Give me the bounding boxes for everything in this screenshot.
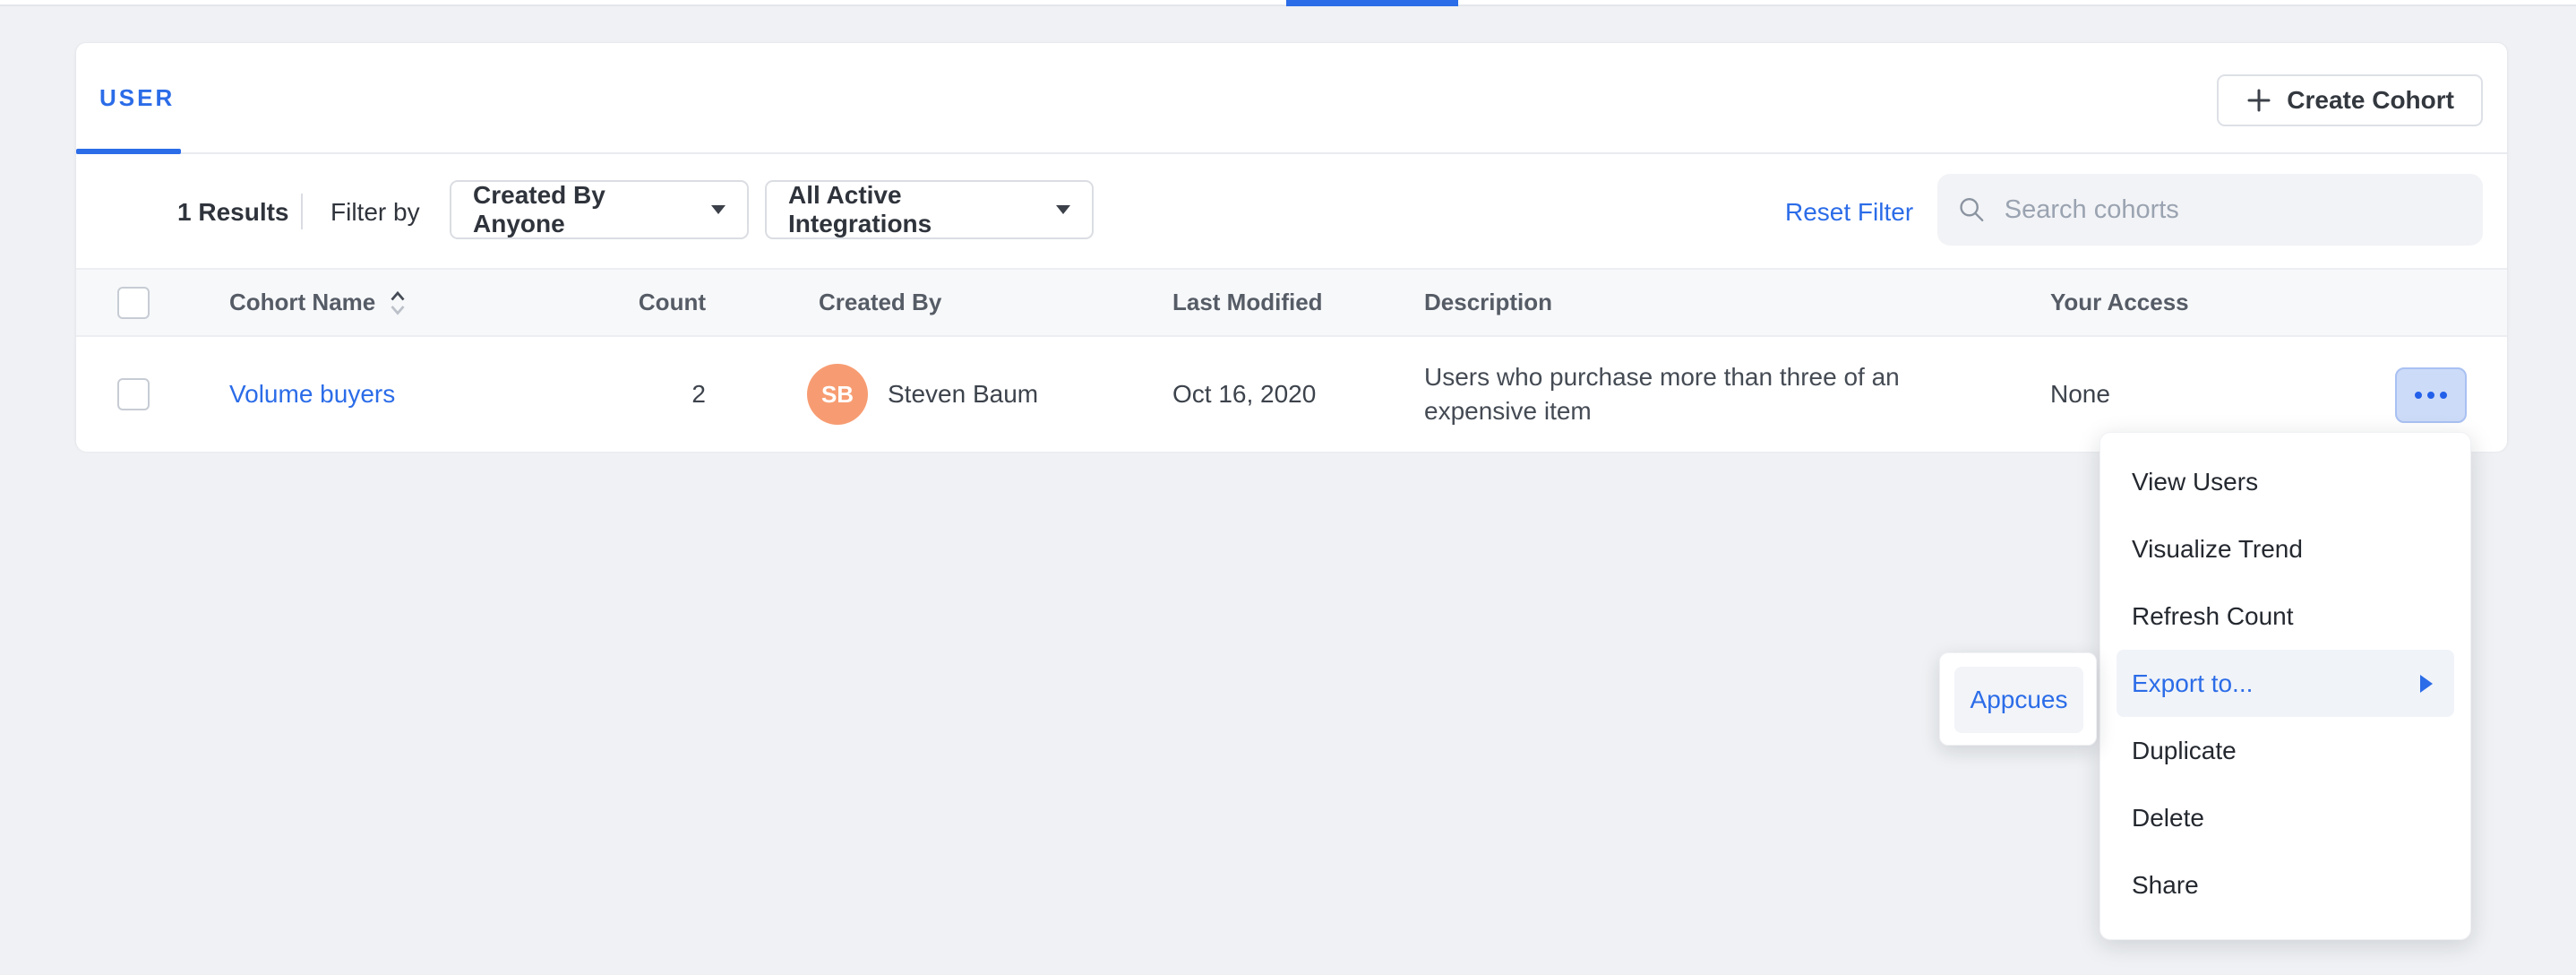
submenu-arrow-icon	[2420, 675, 2433, 693]
menu-item-view-users[interactable]: View Users	[2100, 448, 2470, 515]
header-last-modified: Last Modified	[1172, 270, 1323, 335]
header-cohort-name[interactable]: Cohort Name	[229, 270, 408, 335]
header-cohort-name-label: Cohort Name	[229, 289, 375, 316]
row-select-cell	[117, 337, 150, 452]
tab-user-underline	[76, 149, 181, 154]
menu-item-export-to[interactable]: Export to...	[2117, 650, 2454, 717]
row-checkbox[interactable]	[117, 378, 150, 410]
search-input[interactable]	[2003, 194, 2463, 226]
created-by-name: Steven Baum	[888, 337, 1038, 452]
last-modified-value: Oct 16, 2020	[1172, 337, 1316, 452]
chevron-down-icon	[1056, 205, 1070, 214]
avatar: SB	[807, 364, 868, 425]
cohorts-page: USER Create Cohort 1 Results Filter by C…	[0, 0, 2576, 975]
tab-user-label: USER	[99, 84, 175, 112]
create-cohort-label: Create Cohort	[2287, 86, 2454, 115]
top-strip	[0, 0, 2576, 6]
header-description: Description	[1424, 270, 1552, 335]
cohorts-card: USER Create Cohort 1 Results Filter by C…	[75, 42, 2508, 451]
header-count: Count	[565, 270, 706, 335]
reset-filter-link[interactable]: Reset Filter	[1785, 156, 1913, 268]
menu-item-share[interactable]: Share	[2100, 851, 2470, 919]
menu-item-refresh-count[interactable]: Refresh Count	[2100, 582, 2470, 650]
search-icon	[1957, 194, 1987, 226]
header-your-access: Your Access	[2050, 270, 2189, 335]
tab-bar: USER Create Cohort	[76, 43, 2507, 154]
filter-by-label: Filter by	[331, 156, 420, 268]
access-value: None	[2050, 337, 2110, 452]
select-all-checkbox[interactable]	[117, 287, 150, 319]
table-header: Cohort Name Count Created By Last Modifi…	[76, 268, 2507, 337]
active-page-tab-indicator	[1286, 0, 1458, 6]
ellipsis-icon	[2440, 392, 2447, 399]
menu-item-duplicate[interactable]: Duplicate	[2100, 717, 2470, 784]
chevron-down-icon	[711, 205, 726, 214]
plus-icon	[2245, 87, 2272, 114]
integrations-dropdown[interactable]: All Active Integrations	[765, 180, 1094, 239]
row-actions-button[interactable]	[2395, 367, 2467, 423]
filter-row: 1 Results Filter by Created By Anyone Al…	[76, 156, 2507, 268]
integrations-dropdown-value: All Active Integrations	[788, 181, 1040, 238]
tab-user[interactable]: USER	[76, 43, 175, 152]
submenu-item-appcues[interactable]: Appcues	[1954, 667, 2083, 733]
create-cohort-button[interactable]: Create Cohort	[2217, 74, 2483, 126]
header-created-by: Created By	[819, 270, 941, 335]
created-by-dropdown[interactable]: Created By Anyone	[450, 180, 749, 239]
row-context-menu: View Users Visualize Trend Refresh Count…	[2099, 432, 2471, 940]
export-submenu: Appcues	[1939, 652, 2097, 746]
vertical-divider	[301, 194, 303, 229]
ellipsis-icon	[2427, 392, 2434, 399]
menu-item-export-to-label: Export to...	[2132, 669, 2253, 698]
select-all-cell	[117, 270, 150, 335]
description-value: Users who purchase more than three of an…	[1424, 337, 1939, 452]
count-value: 2	[565, 337, 706, 452]
ellipsis-icon	[2415, 392, 2422, 399]
cohort-name-link[interactable]: Volume buyers	[229, 380, 395, 409]
results-count: 1 Results	[177, 156, 289, 268]
sort-icon[interactable]	[388, 287, 408, 319]
created-by-dropdown-value: Created By Anyone	[473, 181, 695, 238]
search-box[interactable]	[1937, 174, 2483, 246]
menu-item-delete[interactable]: Delete	[2100, 784, 2470, 851]
menu-item-visualize-trend[interactable]: Visualize Trend	[2100, 515, 2470, 582]
